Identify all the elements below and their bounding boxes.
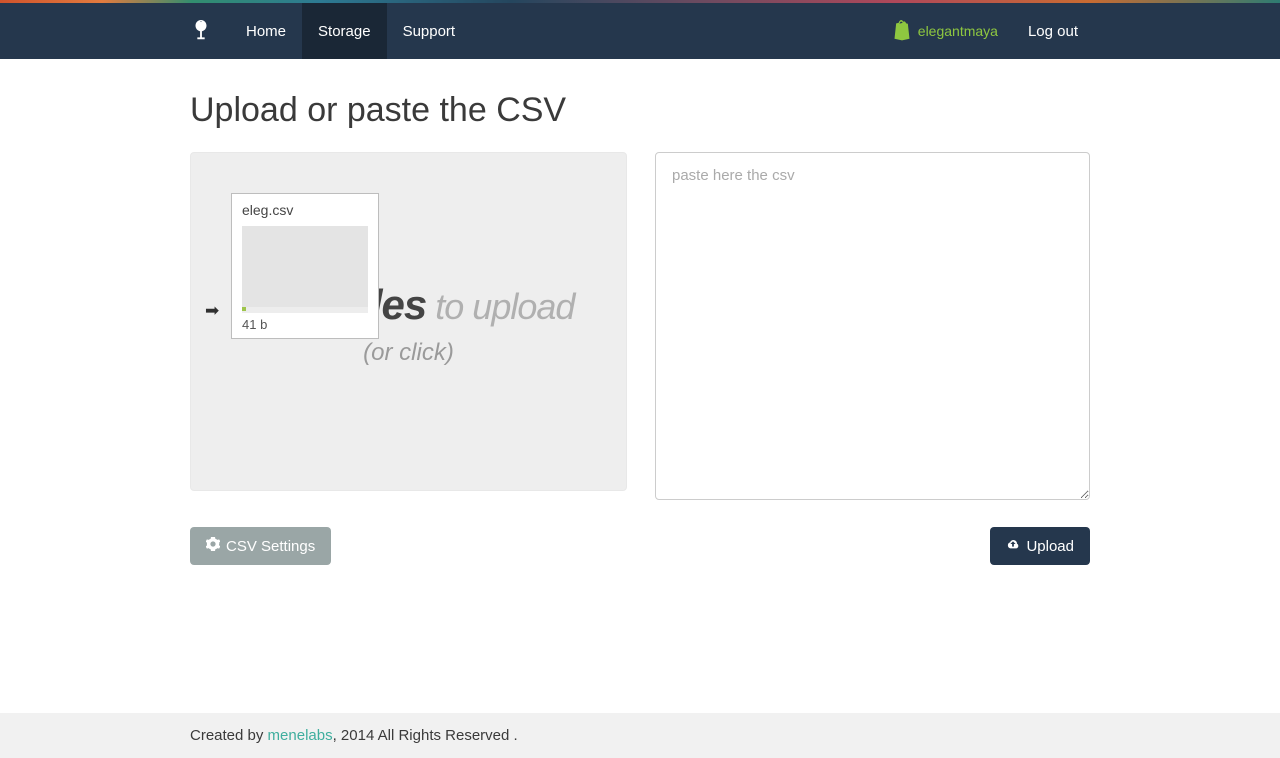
uploaded-file-card[interactable]: eleg.csv 41 b xyxy=(231,193,379,339)
footer-link[interactable]: menelabs xyxy=(268,727,333,744)
file-thumbnail xyxy=(242,226,368,307)
page-title: Upload or paste the CSV xyxy=(190,91,1090,130)
file-name: eleg.csv xyxy=(232,194,378,226)
csv-settings-button[interactable]: CSV Settings xyxy=(190,527,331,565)
logout-link[interactable]: Log out xyxy=(1016,23,1090,40)
store-name: elegantmaya xyxy=(918,23,998,39)
csv-paste-textarea[interactable] xyxy=(655,152,1090,500)
main-container: Upload or paste the CSV ➡ eleg.csv 41 b … xyxy=(190,91,1090,605)
upload-button-label: Upload xyxy=(1026,538,1074,555)
panels-row: ➡ eleg.csv 41 b Drop files to upload (or… xyxy=(190,152,1090,503)
file-progress-bar xyxy=(242,307,368,313)
file-dropzone[interactable]: ➡ eleg.csv 41 b Drop files to upload (or… xyxy=(190,152,627,491)
shopify-icon xyxy=(892,19,912,44)
nav-item-storage[interactable]: Storage xyxy=(302,3,387,59)
brand-icon[interactable] xyxy=(190,3,230,59)
csv-settings-label: CSV Settings xyxy=(226,538,315,555)
arrow-right-icon: ➡ xyxy=(205,301,219,321)
upload-button[interactable]: Upload xyxy=(990,527,1090,565)
nav-item-support[interactable]: Support xyxy=(387,3,472,59)
dropzone-tail-text: to upload xyxy=(426,286,574,327)
actions-row: CSV Settings Upload xyxy=(190,527,1090,565)
store-badge[interactable]: elegantmaya xyxy=(892,19,998,44)
navbar-right: elegantmaya Log out xyxy=(892,3,1090,59)
file-size: 41 b xyxy=(232,313,378,338)
navbar-left: Home Storage Support xyxy=(190,3,471,59)
paste-panel xyxy=(655,152,1090,503)
nav-item-home[interactable]: Home xyxy=(230,3,302,59)
dropzone-sub-text: (or click) xyxy=(191,339,626,367)
footer-prefix: Created by xyxy=(190,727,268,744)
navbar: Home Storage Support elegantmaya Log out xyxy=(0,3,1280,59)
upload-icon xyxy=(1006,537,1020,555)
gear-icon xyxy=(206,537,220,555)
footer-suffix: , 2014 All Rights Reserved . xyxy=(333,727,518,744)
